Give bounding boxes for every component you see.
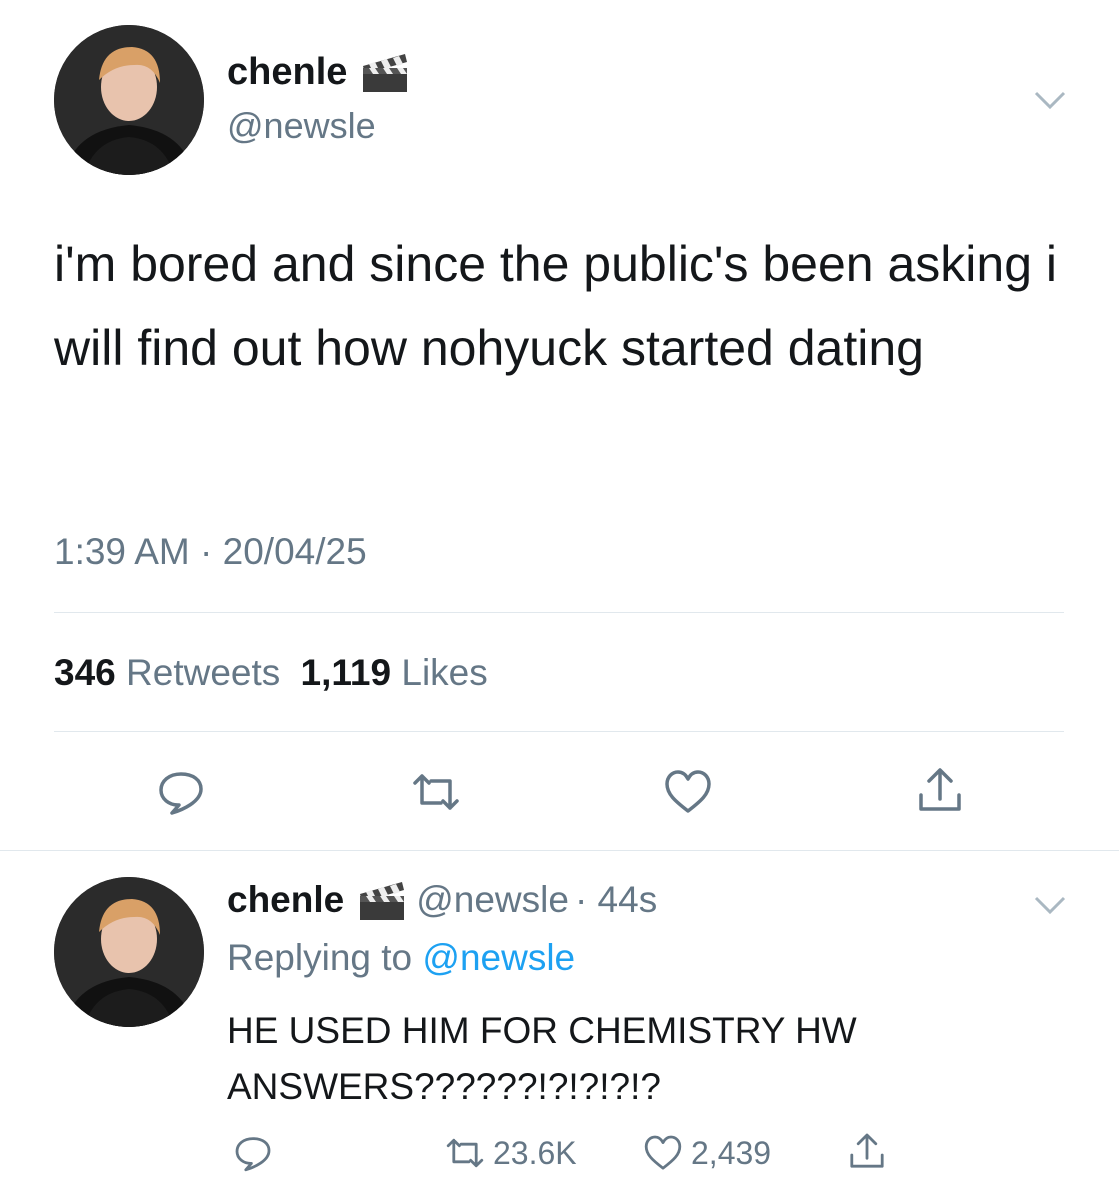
- tweet-text: i'm bored and since the public's been as…: [54, 236, 1058, 376]
- like-count[interactable]: 1,119: [301, 652, 392, 693]
- retweet-count[interactable]: 346: [54, 652, 116, 693]
- replying-to-link[interactable]: @newsle: [422, 937, 575, 978]
- like-icon: [665, 770, 711, 813]
- reply-author-handle[interactable]: @newsle: [416, 879, 569, 921]
- retweet-button[interactable]: [411, 767, 461, 817]
- clapperboard-icon: [356, 878, 408, 922]
- divider: [54, 731, 1064, 732]
- divider: [54, 612, 1064, 613]
- reply-retweet-button[interactable]: 23.6K: [445, 1133, 577, 1173]
- author-name[interactable]: chenle: [227, 50, 411, 94]
- chevron-down-icon[interactable]: [1030, 890, 1070, 920]
- avatar-image: [54, 877, 204, 1027]
- divider: [0, 850, 1119, 851]
- reply-text: HE USED HIM FOR CHEMISTRY HW ANSWERS????…: [227, 1010, 857, 1107]
- reply-reply-button[interactable]: [233, 1133, 281, 1173]
- reply-button[interactable]: [156, 767, 206, 817]
- reply-share-button[interactable]: [847, 1131, 895, 1171]
- reply-time[interactable]: · 44s: [575, 879, 657, 921]
- reply-like-count: 2,439: [691, 1134, 772, 1171]
- reply-icon: [159, 772, 203, 815]
- reply-avatar[interactable]: [54, 877, 204, 1027]
- retweet-icon: [446, 1138, 484, 1168]
- replying-to-prefix: Replying to: [227, 937, 413, 978]
- tweet-timestamp[interactable]: 1:39 AM · 20/04/25: [54, 531, 367, 573]
- reply-like-button[interactable]: 2,439: [643, 1133, 771, 1173]
- reply-retweet-count: 23.6K: [493, 1134, 577, 1171]
- reply-icon: [235, 1137, 271, 1172]
- like-icon: [644, 1135, 682, 1170]
- replying-to: Replying to @newsle: [227, 937, 575, 979]
- avatar[interactable]: [54, 25, 204, 175]
- like-label[interactable]: Likes: [401, 652, 487, 693]
- tweet-stats: 346 Retweets 1,119 Likes: [54, 652, 488, 694]
- retweet-label[interactable]: Retweets: [126, 652, 280, 693]
- avatar-image: [54, 25, 204, 175]
- retweet-icon: [413, 774, 459, 810]
- author-handle[interactable]: @newsle: [227, 105, 376, 147]
- share-icon: [850, 1133, 884, 1168]
- like-button[interactable]: [663, 767, 713, 817]
- share-button[interactable]: [915, 765, 965, 815]
- author-name-text[interactable]: chenle: [227, 51, 347, 94]
- clapperboard-icon: [359, 50, 411, 94]
- chevron-down-icon[interactable]: [1030, 85, 1070, 115]
- reply-author-name[interactable]: chenle: [227, 879, 344, 921]
- share-icon: [919, 768, 961, 811]
- reply-header: chenle @newsle · 44s: [227, 878, 657, 922]
